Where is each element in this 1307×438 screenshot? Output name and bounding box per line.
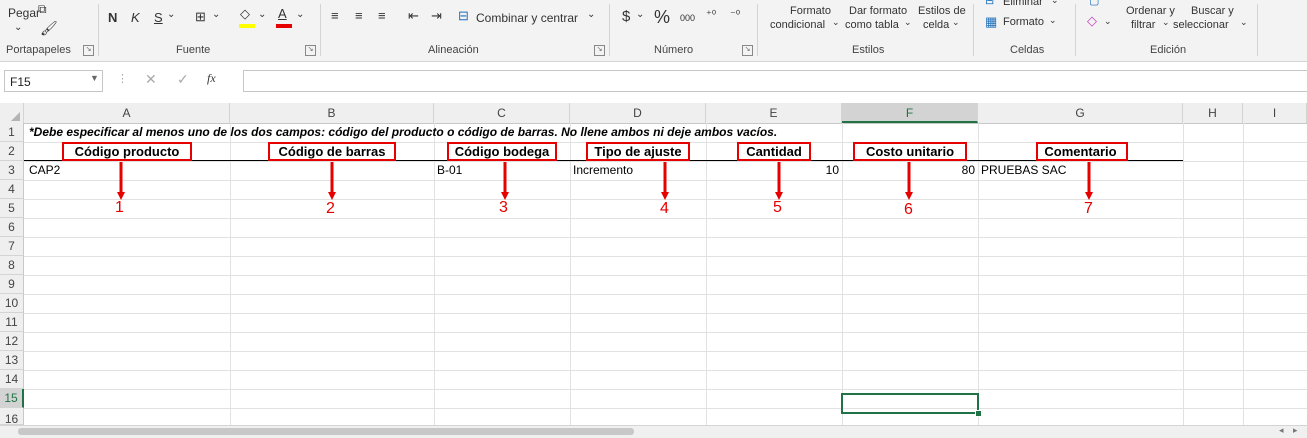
fill-handle[interactable] [975, 410, 982, 417]
annotation-number-6: 6 [904, 201, 913, 218]
annotation-number-7: 7 [1084, 200, 1093, 217]
annotation-number-3: 3 [499, 199, 508, 216]
scrollbar-thumb[interactable] [18, 428, 634, 435]
scroll-left-icon[interactable]: ◂ [1279, 425, 1284, 436]
annotation-number-5: 5 [773, 199, 782, 216]
annotation-number-4: 4 [660, 200, 669, 217]
scroll-right-icon[interactable]: ▸ [1293, 425, 1298, 436]
selected-cell-f15[interactable] [841, 393, 979, 414]
annotation-number-2: 2 [326, 200, 335, 217]
annotation-arrows [117, 162, 1093, 200]
annotation-number-1: 1 [115, 199, 124, 216]
